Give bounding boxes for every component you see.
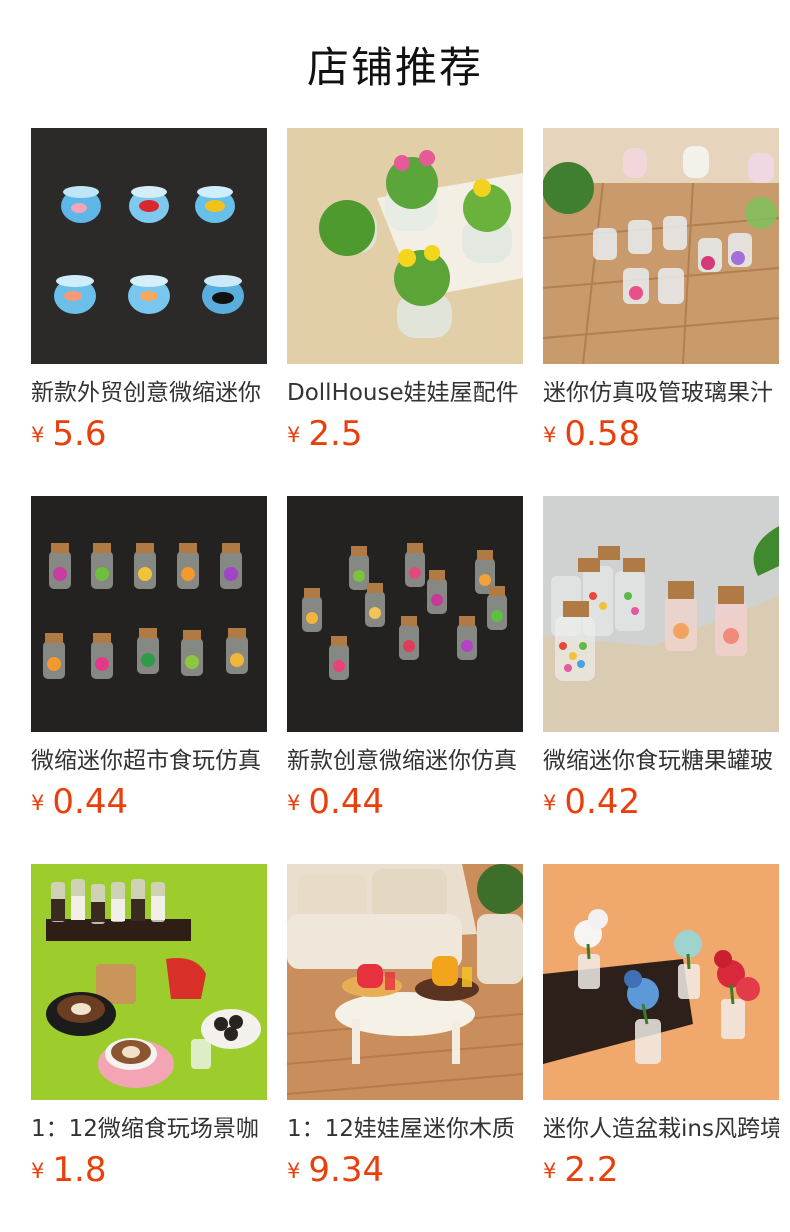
currency-symbol: ¥ <box>543 423 557 447</box>
currency-symbol: ¥ <box>287 1159 301 1183</box>
product-price: ¥0.44 <box>31 782 267 822</box>
product-card[interactable]: 1：12娃娃屋迷你木质 ¥9.34 <box>287 864 523 1204</box>
product-card[interactable]: 1：12微缩食玩场景咖 ¥1.8 <box>31 864 267 1204</box>
product-card[interactable]: 微缩迷你食玩糖果罐玻 ¥0.42 <box>543 496 779 836</box>
product-image-candy-jars[interactable] <box>543 496 779 732</box>
product-card[interactable]: 微缩迷你超市食玩仿真 ¥0.44 <box>31 496 267 836</box>
product-price: ¥0.44 <box>287 782 523 822</box>
product-image-straw-jars[interactable] <box>543 128 779 364</box>
product-card[interactable]: DollHouse娃娃屋配件 ¥2.5 <box>287 128 523 468</box>
product-image-coffee-scene[interactable] <box>31 864 267 1100</box>
currency-symbol: ¥ <box>287 423 301 447</box>
currency-symbol: ¥ <box>543 1159 557 1183</box>
product-title[interactable]: 微缩迷你食玩糖果罐玻 <box>543 746 779 776</box>
product-price: ¥0.58 <box>543 414 779 454</box>
product-image-cork-jars-scattered[interactable] <box>287 496 523 732</box>
product-card[interactable]: 迷你人造盆栽ins风跨境 ¥2.2 <box>543 864 779 1204</box>
price-value: 0.58 <box>564 414 641 454</box>
currency-symbol: ¥ <box>31 791 45 815</box>
price-value: 5.6 <box>52 414 107 454</box>
product-image-goldfish-bowls[interactable] <box>31 128 267 364</box>
product-price: ¥9.34 <box>287 1150 523 1190</box>
product-title[interactable]: 迷你人造盆栽ins风跨境 <box>543 1114 779 1144</box>
product-title[interactable]: 微缩迷你超市食玩仿真 <box>31 746 267 776</box>
product-card[interactable]: 新款外贸创意微缩迷你 ¥5.6 <box>31 128 267 468</box>
page-header: 店铺推荐 <box>0 0 790 128</box>
product-price: ¥1.8 <box>31 1150 267 1190</box>
product-title[interactable]: 新款创意微缩迷你仿真 <box>287 746 523 776</box>
currency-symbol: ¥ <box>287 791 301 815</box>
product-price: ¥0.42 <box>543 782 779 822</box>
price-value: 9.34 <box>308 1150 385 1190</box>
price-value: 0.44 <box>52 782 129 822</box>
product-price: ¥2.2 <box>543 1150 779 1190</box>
product-title[interactable]: 新款外贸创意微缩迷你 <box>31 378 267 408</box>
currency-symbol: ¥ <box>543 791 557 815</box>
product-image-potted-plants[interactable] <box>287 128 523 364</box>
price-value: 2.5 <box>308 414 363 454</box>
page-title: 店铺推荐 <box>306 42 483 92</box>
product-title[interactable]: 1：12娃娃屋迷你木质 <box>287 1114 523 1144</box>
product-card[interactable]: 迷你仿真吸管玻璃果汁 ¥0.58 <box>543 128 779 468</box>
price-value: 1.8 <box>52 1150 107 1190</box>
price-value: 0.42 <box>564 782 641 822</box>
price-value: 0.44 <box>308 782 385 822</box>
product-title[interactable]: 迷你仿真吸管玻璃果汁 <box>543 378 779 408</box>
product-price: ¥5.6 <box>31 414 267 454</box>
currency-symbol: ¥ <box>31 1159 45 1183</box>
product-card[interactable]: 新款创意微缩迷你仿真 ¥0.44 <box>287 496 523 836</box>
product-title[interactable]: 1：12微缩食玩场景咖 <box>31 1114 267 1144</box>
price-value: 2.2 <box>564 1150 619 1190</box>
product-image-cork-jars-black[interactable] <box>31 496 267 732</box>
currency-symbol: ¥ <box>31 423 45 447</box>
product-price: ¥2.5 <box>287 414 523 454</box>
product-title[interactable]: DollHouse娃娃屋配件 <box>287 378 523 408</box>
product-image-flower-vases[interactable] <box>543 864 779 1100</box>
product-image-dollhouse-table[interactable] <box>287 864 523 1100</box>
